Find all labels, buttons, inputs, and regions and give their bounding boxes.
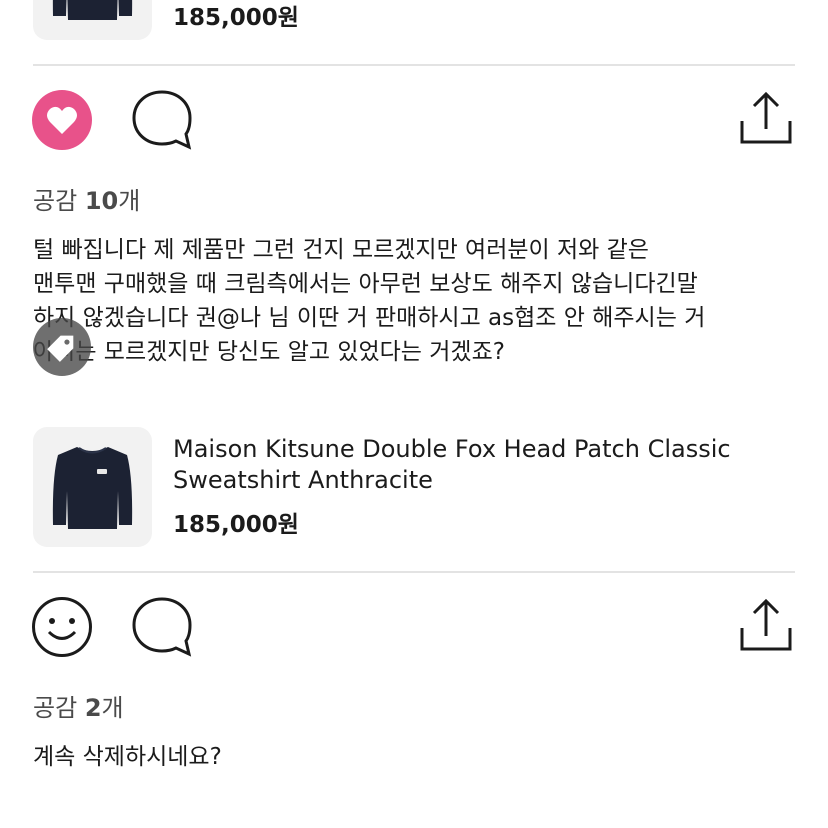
product-card[interactable]: Maison Kitsune Double Fox Head Patch Cla… — [33, 427, 795, 547]
divider — [33, 64, 795, 66]
product-card-top[interactable]: 185,000원 — [33, 0, 795, 40]
like-button[interactable] — [31, 596, 95, 660]
product-name[interactable]: Maison Kitsune Double Fox Head Patch Cla… — [173, 434, 783, 496]
smiley-icon — [32, 597, 92, 657]
share-icon — [740, 598, 792, 651]
heart-filled-icon — [32, 90, 92, 150]
divider — [33, 571, 795, 573]
product-price: 185,000원 — [173, 512, 299, 538]
empathy-label: 공감 — [33, 187, 78, 215]
post-actions — [0, 596, 828, 660]
product-thumbnail[interactable] — [33, 0, 152, 40]
empathy-count: 공감 2개 — [33, 688, 124, 723]
comment-line: 하지 않겠습니다 권@나 님 이딴 거 판매하시고 as협조 안 해주시는 거 — [33, 305, 706, 331]
speech-bubble-icon — [132, 90, 192, 150]
comment-line: 맨투맨 구매했을 때 크림측에서는 아무런 보상도 해주지 않습니다긴말 — [33, 271, 698, 297]
share-button[interactable] — [738, 596, 802, 660]
like-button[interactable] — [31, 89, 95, 153]
sweatshirt-image — [52, 447, 133, 529]
empathy-label: 공감 — [33, 694, 78, 722]
product-tag-button[interactable] — [33, 318, 91, 376]
empathy-unit: 개 — [118, 187, 141, 215]
post-comment: 계속 삭제하시네요? — [33, 740, 803, 774]
empathy-number: 10 — [84, 187, 119, 215]
post-comment: 털 빠집니다 제 제품만 그런 건지 모르겠지만 여러분이 저와 같은 맨투맨 … — [33, 233, 803, 369]
comment-line: 아시는 모르겠지만 당신도 알고 있었다는 거겠죠? — [33, 339, 505, 365]
product-name-line: Sweatshirt Anthracite — [173, 466, 433, 494]
price-tag-icon — [47, 335, 74, 362]
share-button[interactable] — [738, 89, 802, 153]
comment-button[interactable] — [131, 89, 195, 153]
sweatshirt-image — [52, 0, 133, 20]
empathy-number: 2 — [84, 694, 102, 722]
comment-button[interactable] — [131, 596, 195, 660]
empathy-unit: 개 — [101, 694, 124, 722]
speech-bubble-icon — [132, 597, 192, 657]
empathy-count: 공감 10개 — [33, 181, 140, 216]
comment-line: 계속 삭제하시네요? — [33, 744, 222, 770]
post-actions — [0, 89, 828, 153]
share-icon — [740, 91, 792, 144]
product-thumbnail[interactable] — [33, 427, 152, 547]
product-name-line: Maison Kitsune Double Fox Head Patch Cla… — [173, 435, 731, 463]
product-price: 185,000원 — [173, 5, 299, 31]
comment-line: 털 빠집니다 제 제품만 그런 건지 모르겠지만 여러분이 저와 같은 — [33, 237, 649, 263]
feed-page: 185,000원 공감 10개 털 빠집니다 제 제품만 그런 건지 모르겠지만… — [0, 0, 828, 828]
